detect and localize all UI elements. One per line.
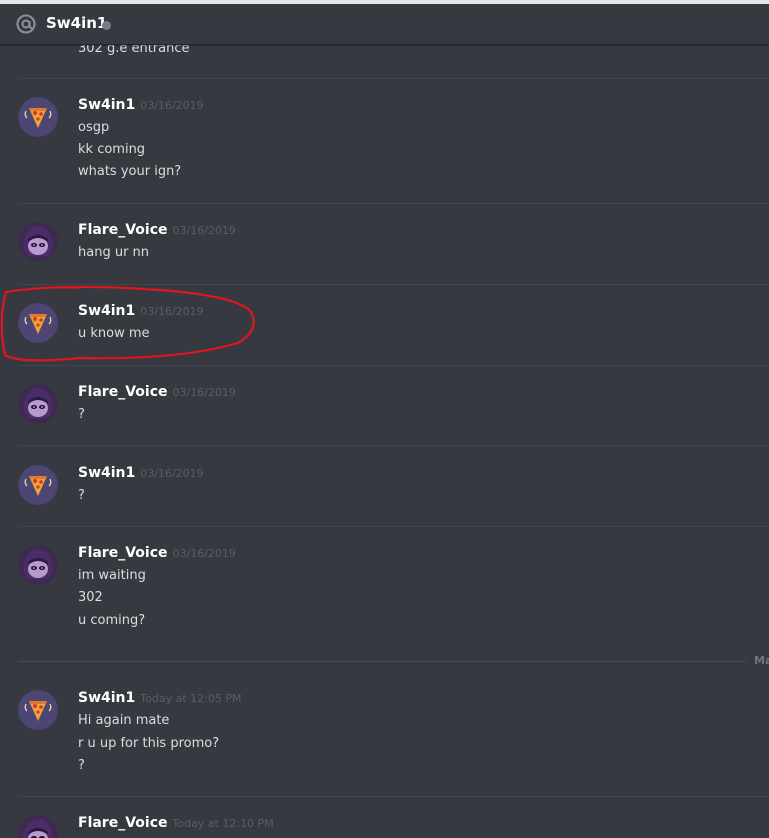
channel-header: Sw4in1 xyxy=(0,4,769,45)
message-text: r u up for this promo? xyxy=(78,736,220,751)
pizza-avatar[interactable] xyxy=(18,690,58,730)
message-timestamp: 03/16/2019 xyxy=(140,305,204,318)
date-separator-label: Ma xyxy=(754,654,769,667)
message-divider xyxy=(18,78,769,79)
author-name[interactable]: Sw4in1 xyxy=(78,465,135,481)
message-divider xyxy=(18,203,769,204)
message-author[interactable]: Flare_Voice Today at 12:10 PM xyxy=(78,813,274,834)
author-name[interactable]: Flare_Voice xyxy=(78,545,168,561)
pizza-avatar[interactable] xyxy=(18,303,58,343)
message-divider xyxy=(18,284,769,285)
message-timestamp: 03/16/2019 xyxy=(140,99,204,112)
author-name[interactable]: Sw4in1 xyxy=(78,690,135,706)
message-author[interactable]: Flare_Voice 03/16/2019 xyxy=(78,220,236,241)
message-author[interactable]: Flare_Voice 03/16/2019 xyxy=(78,382,236,403)
purple-character-avatar[interactable] xyxy=(18,384,58,424)
date-separator-line xyxy=(18,661,746,662)
message-text: u coming? xyxy=(78,613,146,628)
message-divider xyxy=(18,526,769,527)
message-text: kk coming xyxy=(78,142,146,157)
message-text: Hi again mate xyxy=(78,713,170,728)
message-divider xyxy=(18,796,769,797)
message-divider xyxy=(18,445,769,446)
message-text: ? xyxy=(78,488,85,503)
channel-name[interactable]: Sw4in1 xyxy=(46,13,107,33)
message-timestamp: 03/16/2019 xyxy=(172,386,236,399)
purple-character-avatar[interactable] xyxy=(18,545,58,585)
message-timestamp: 03/16/2019 xyxy=(172,547,236,560)
author-name[interactable]: Flare_Voice xyxy=(78,384,168,400)
purple-character-avatar[interactable] xyxy=(18,222,58,262)
message-text: u know me xyxy=(78,326,150,341)
message-timestamp: Today at 12:05 PM xyxy=(140,692,242,705)
message-text: hang ur nn xyxy=(78,245,150,260)
message-text: ? xyxy=(78,407,85,422)
message-text: osgp xyxy=(78,120,110,135)
message-author[interactable]: Sw4in1 03/16/2019 xyxy=(78,95,204,116)
message-timestamp: Today at 12:10 PM xyxy=(172,817,274,830)
purple-character-avatar[interactable] xyxy=(18,815,58,838)
at-icon xyxy=(16,14,36,34)
message-author[interactable]: Sw4in1 03/16/2019 xyxy=(78,463,204,484)
author-name[interactable]: Flare_Voice xyxy=(78,815,168,831)
author-name[interactable]: Sw4in1 xyxy=(78,97,135,113)
author-name[interactable]: Sw4in1 xyxy=(78,303,135,319)
message-text: im waiting xyxy=(78,568,146,583)
status-indicator xyxy=(102,21,111,30)
author-name[interactable]: Flare_Voice xyxy=(78,222,168,238)
message-timestamp: 03/16/2019 xyxy=(172,224,236,237)
message-text: ? xyxy=(78,758,85,773)
message-text: 302 xyxy=(78,590,103,605)
message-list[interactable]: 302 g.e entrance Sw4in1 03/16/2019 osgp k… xyxy=(0,45,769,838)
message-author[interactable]: Sw4in1 Today at 12:05 PM xyxy=(78,688,241,709)
message-text: whats your ign? xyxy=(78,164,182,179)
pizza-avatar[interactable] xyxy=(18,97,58,137)
message-author[interactable]: Flare_Voice 03/16/2019 xyxy=(78,543,236,564)
previous-message-text: 302 g.e entrance xyxy=(78,45,190,56)
message-divider xyxy=(18,365,769,366)
message-author[interactable]: Sw4in1 03/16/2019 xyxy=(78,301,204,322)
pizza-avatar[interactable] xyxy=(18,465,58,505)
message-timestamp: 03/16/2019 xyxy=(140,467,204,480)
